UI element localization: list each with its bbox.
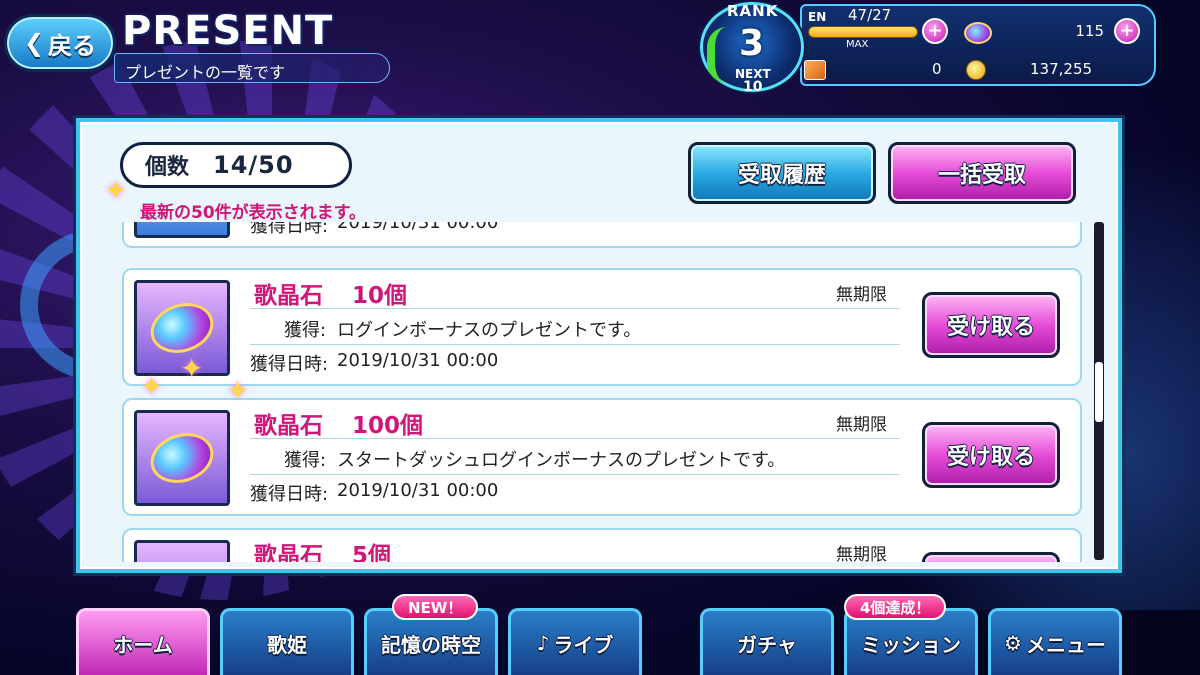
- gem-plus-button[interactable]: +: [1114, 18, 1140, 44]
- item-name: 歌晶石: [254, 283, 323, 309]
- sparkle-icon: ✦: [180, 352, 204, 385]
- new-badge: NEW！: [392, 594, 479, 620]
- date-label: 獲得日時:: [250, 354, 329, 375]
- gear-icon: ⚙: [1004, 631, 1022, 655]
- item-name: 歌晶石: [254, 543, 323, 562]
- item-thumbnail: [134, 222, 230, 238]
- receive-button[interactable]: 受け取る: [922, 422, 1060, 488]
- chevron-left-icon: ❮: [23, 29, 45, 57]
- desc-label: 獲得:: [284, 450, 327, 471]
- player-status: RANK 3 NEXT 10 EN 47/27 MAX + 115 + 0 13…: [700, 0, 1160, 95]
- nav-gacha-label: ガチャ: [737, 632, 797, 657]
- divider: [250, 308, 900, 309]
- nav-menu-label: メニュー: [1025, 632, 1106, 657]
- item-quantity: 10個: [352, 283, 408, 309]
- item-name: 歌晶石: [254, 413, 323, 439]
- scrollbar[interactable]: [1094, 222, 1104, 560]
- en-gauge: [808, 26, 918, 38]
- coin-icon: [966, 60, 986, 80]
- list-item: 歌晶石 5個 無期限: [122, 528, 1082, 562]
- desc-text: ログインボーナスのプレゼントです。: [337, 320, 642, 341]
- rank-badge: RANK 3 NEXT 10: [700, 2, 804, 95]
- rank-label: RANK: [727, 2, 779, 20]
- sparkle-icon: ✦: [140, 370, 164, 403]
- receive-all-button[interactable]: 一括受取: [888, 142, 1076, 204]
- date-value: 2019/10/31 00:00: [337, 480, 499, 501]
- present-panel: 個数 14/50 最新の50件が表示されます。 受取履歴 一括受取 獲得日時: …: [76, 118, 1122, 573]
- sparkle-icon: ✦: [104, 174, 128, 207]
- item-limit: 無期限: [836, 545, 887, 562]
- date-label: 獲得日時:: [250, 222, 329, 237]
- sparkle-icon: ✦: [226, 374, 250, 407]
- date-label: 獲得日時:: [250, 484, 329, 505]
- divider: [250, 344, 900, 345]
- music-note-icon: ♪: [536, 631, 550, 655]
- divider: [250, 438, 900, 439]
- receive-button[interactable]: 受け取る: [922, 292, 1060, 358]
- mission-badge: 4個達成！: [844, 594, 947, 620]
- item-limit: 無期限: [836, 415, 887, 435]
- item-quantity: 5個: [352, 543, 392, 562]
- count-box: 個数 14/50: [120, 142, 352, 188]
- desc-text: スタートダッシュログインボーナスのプレゼントです。: [337, 450, 786, 471]
- list-item: 獲得日時: 2019/10/31 00:00: [122, 222, 1082, 248]
- list-item: 歌晶石 100個 無期限 獲得: スタートダッシュログインボーナスのプレゼントで…: [122, 398, 1082, 516]
- date-value: 2019/10/31 00:00: [337, 222, 499, 233]
- nav-gacha[interactable]: ガチャ: [700, 608, 834, 675]
- divider: [250, 474, 900, 475]
- ticket-icon: [804, 60, 826, 80]
- scrollbar-thumb[interactable]: [1095, 362, 1103, 422]
- page-title: PRESENT: [122, 8, 334, 54]
- list-item: 歌晶石 10個 無期限 獲得: ログインボーナスのプレゼントです。 獲得日時: …: [122, 268, 1082, 386]
- ticket-count: 0: [932, 60, 942, 78]
- gem-icon: [964, 22, 992, 44]
- item-quantity: 100個: [352, 413, 424, 439]
- nav-home-label: ホーム: [113, 632, 173, 657]
- count-value: 14/50: [213, 151, 294, 179]
- nav-mission-label: ミッション: [861, 632, 961, 657]
- rank-gauge: [707, 27, 727, 83]
- desc-label: 獲得:: [284, 320, 327, 341]
- en-max-label: MAX: [846, 39, 869, 50]
- en-value: 47/27: [848, 6, 892, 24]
- notice-text: 最新の50件が表示されます。: [140, 203, 366, 223]
- bottom-nav: ホーム 歌姫 記憶の時空 ♪ ライブ ガチャ ミッション ⚙ メニュー NEW！…: [70, 594, 1130, 675]
- nav-diva[interactable]: 歌姫: [220, 608, 354, 675]
- next-value: 10: [743, 79, 763, 95]
- date-value: 2019/10/31 00:00: [337, 350, 499, 371]
- gem-icon: [144, 425, 220, 491]
- item-thumbnail: [134, 540, 230, 562]
- back-button[interactable]: ❮ 戻る: [4, 14, 116, 72]
- gem-count: 115: [1075, 22, 1104, 40]
- receive-button[interactable]: [922, 552, 1060, 562]
- coin-count: 137,255: [1030, 60, 1093, 78]
- nav-memory-label: 記憶の時空: [381, 632, 481, 657]
- item-limit: 無期限: [836, 285, 887, 305]
- history-button[interactable]: 受取履歴: [688, 142, 876, 204]
- nav-home[interactable]: ホーム: [76, 608, 210, 675]
- gem-icon: [144, 295, 220, 361]
- en-plus-button[interactable]: +: [922, 18, 948, 44]
- back-label: 戻る: [48, 31, 97, 60]
- rank-value: 3: [739, 23, 765, 64]
- nav-live-label: ライブ: [553, 632, 614, 657]
- en-label: EN: [808, 10, 827, 24]
- count-label: 個数: [145, 155, 190, 180]
- item-thumbnail: [134, 410, 230, 506]
- page-subtitle: プレゼントの一覧です: [114, 53, 390, 83]
- nav-live[interactable]: ♪ ライブ: [508, 608, 642, 675]
- nav-menu[interactable]: ⚙ メニュー: [988, 608, 1122, 675]
- nav-diva-label: 歌姫: [267, 632, 307, 657]
